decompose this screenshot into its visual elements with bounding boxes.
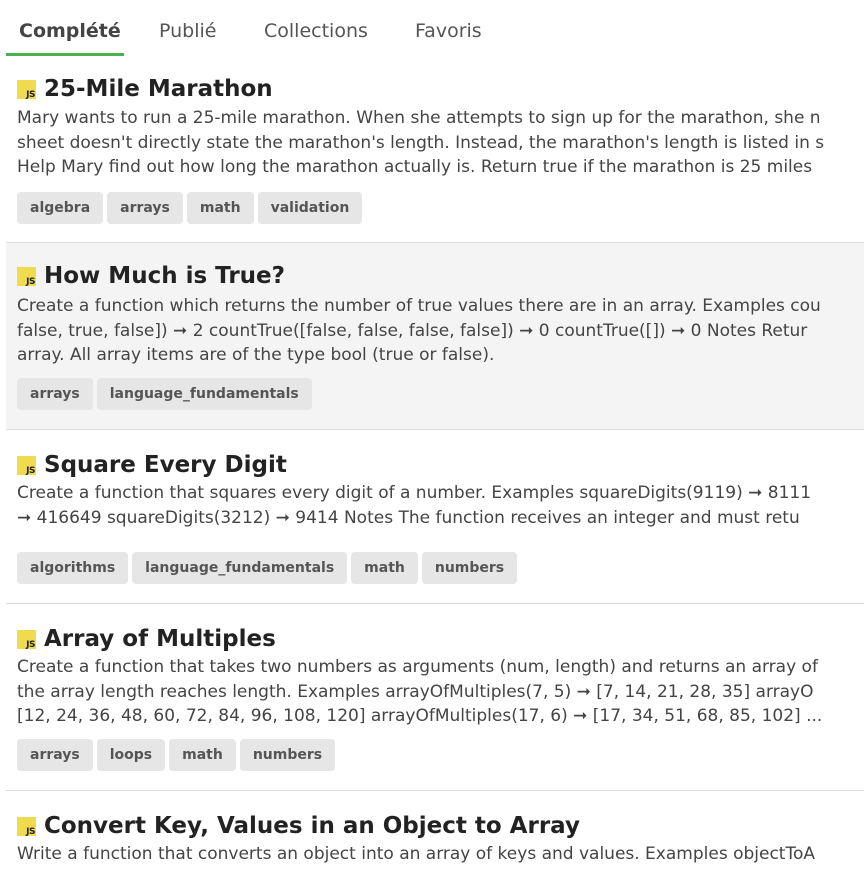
description-line: sheet doesn't directly state the maratho… bbox=[17, 132, 825, 153]
challenge-description: Create a function which returns the numb… bbox=[17, 294, 864, 368]
tab-collections[interactable]: Collections bbox=[264, 20, 368, 42]
description-line: [12, 24, 36, 48, 60, 72, 84, 96, 108, 12… bbox=[17, 706, 823, 726]
challenge-title-row: JS Array of Multiples bbox=[17, 624, 276, 654]
tag[interactable]: math bbox=[351, 552, 418, 584]
tag[interactable]: arrays bbox=[17, 739, 93, 771]
description-line: ➞ 416649 squareDigits(3212) ➞ 9414 Notes… bbox=[17, 507, 800, 528]
javascript-icon: JS bbox=[17, 79, 36, 100]
tag[interactable]: loops bbox=[96, 739, 166, 771]
challenge-description: Write a function that converts an object… bbox=[17, 842, 864, 867]
challenge-title[interactable]: 25-Mile Marathon bbox=[44, 76, 273, 102]
challenge-title-row: JS Square Every Digit bbox=[17, 450, 287, 480]
tag-list: arrays language_fundamentals bbox=[17, 378, 312, 410]
challenge-card[interactable]: JS Convert Key, Values in an Object to A… bbox=[6, 791, 864, 872]
challenge-title[interactable]: Convert Key, Values in an Object to Arra… bbox=[44, 813, 580, 839]
tag[interactable]: arrays bbox=[17, 378, 93, 410]
challenge-title-row: JS 25-Mile Marathon bbox=[17, 74, 273, 104]
challenge-description: Create a function that squares every dig… bbox=[17, 481, 864, 530]
tag[interactable]: arrays bbox=[107, 192, 183, 224]
tag[interactable]: validation bbox=[257, 192, 363, 224]
challenge-description: Create a function that takes two numbers… bbox=[17, 655, 864, 729]
javascript-icon: JS bbox=[17, 455, 36, 476]
tag-list: algorithms language_fundamentals math nu… bbox=[17, 552, 518, 584]
challenge-title-row: JS How Much is True? bbox=[17, 261, 285, 291]
description-line: Create a function which returns the numb… bbox=[17, 296, 821, 316]
challenge-card[interactable]: JS How Much is True? Create a function w… bbox=[6, 243, 864, 430]
tab-favorites[interactable]: Favoris bbox=[415, 20, 482, 42]
description-line: array. All array items are of the type b… bbox=[17, 345, 495, 365]
challenge-card[interactable]: JS Array of Multiples Create a function … bbox=[6, 604, 864, 791]
tab-published[interactable]: Publié bbox=[159, 20, 216, 42]
challenge-description: Mary wants to run a 25-mile marathon. Wh… bbox=[17, 106, 864, 180]
tag[interactable]: algebra bbox=[17, 192, 104, 224]
challenge-title[interactable]: How Much is True? bbox=[44, 263, 285, 289]
tag[interactable]: language_fundamentals bbox=[96, 378, 312, 410]
tab-bar: Complété Publié Collections Favoris bbox=[0, 0, 864, 56]
description-line: Mary wants to run a 25-mile marathon. Wh… bbox=[17, 108, 821, 128]
tag[interactable]: algorithms bbox=[17, 552, 129, 584]
javascript-icon: JS bbox=[17, 266, 36, 287]
tag[interactable]: numbers bbox=[421, 552, 518, 584]
description-line: Write a function that converts an object… bbox=[17, 844, 815, 864]
challenge-title[interactable]: Array of Multiples bbox=[44, 626, 276, 652]
description-line: false, true, false]) ➞ 2 countTrue([fals… bbox=[17, 320, 808, 341]
tag[interactable]: math bbox=[186, 192, 254, 224]
tag[interactable]: math bbox=[169, 739, 236, 771]
description-line: Create a function that squares every dig… bbox=[17, 483, 812, 503]
tag-list: algebra arrays math validation bbox=[17, 192, 363, 224]
tab-complete[interactable]: Complété bbox=[19, 20, 121, 42]
challenge-title[interactable]: Square Every Digit bbox=[44, 452, 287, 478]
description-line: the array length reaches length. Example… bbox=[17, 681, 814, 702]
challenge-card[interactable]: JS Square Every Digit Create a function … bbox=[6, 430, 864, 604]
tag[interactable]: numbers bbox=[239, 739, 336, 771]
javascript-icon: JS bbox=[17, 816, 36, 837]
description-line: Create a function that takes two numbers… bbox=[17, 657, 818, 677]
challenge-card[interactable]: JS 25-Mile Marathon Mary wants to run a … bbox=[6, 74, 864, 243]
description-line: Help Mary find out how long the marathon… bbox=[17, 157, 813, 177]
active-tab-indicator bbox=[6, 53, 124, 56]
challenge-title-row: JS Convert Key, Values in an Object to A… bbox=[17, 811, 580, 841]
tag[interactable]: language_fundamentals bbox=[132, 552, 348, 584]
tag-list: arrays loops math numbers bbox=[17, 739, 336, 771]
javascript-icon: JS bbox=[17, 629, 36, 650]
